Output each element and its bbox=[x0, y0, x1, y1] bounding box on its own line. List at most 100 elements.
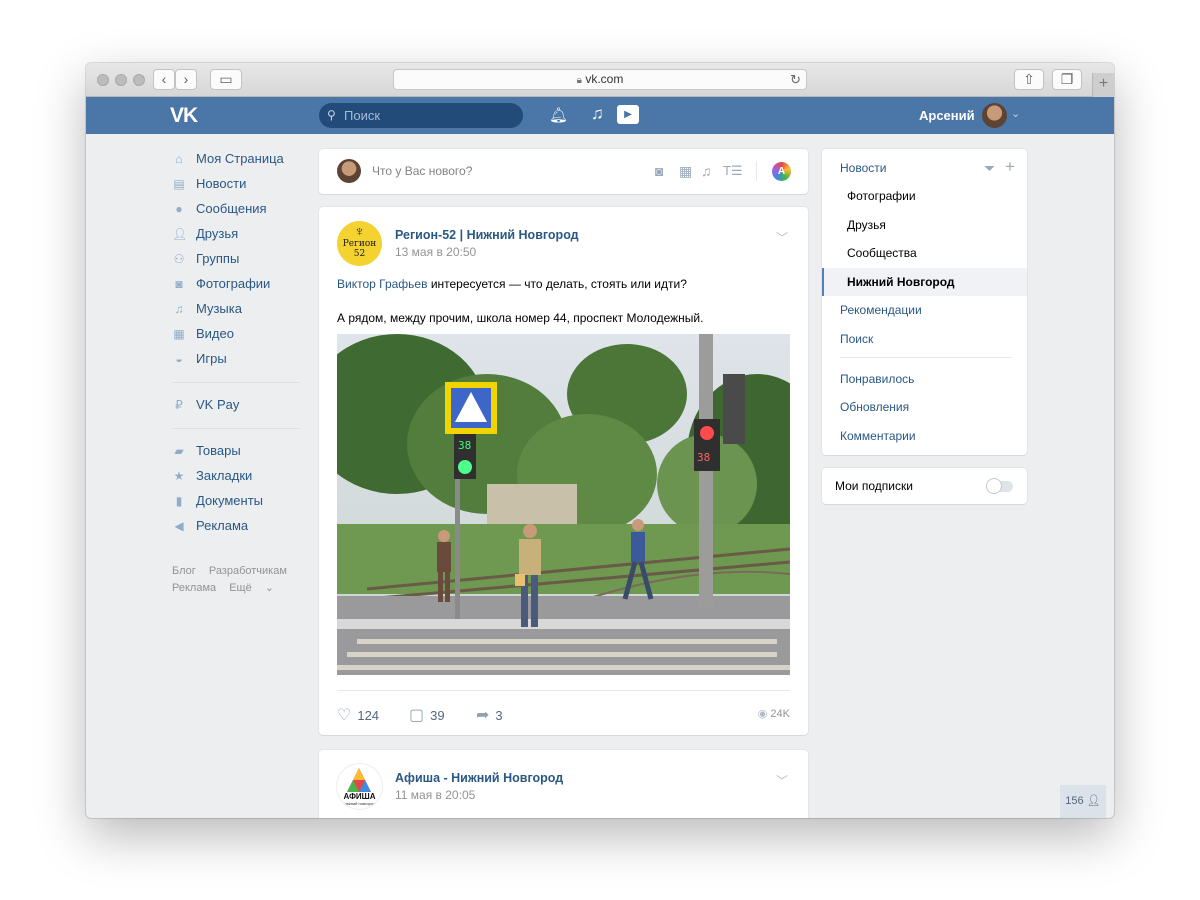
my-subscriptions-toggle[interactable] bbox=[987, 479, 1013, 493]
group-avatar[interactable]: АФИША нижний новгород bbox=[337, 764, 382, 809]
document-icon: ▮ bbox=[175, 494, 183, 508]
ai-palette-icon[interactable]: A bbox=[772, 162, 791, 181]
user-avatar[interactable] bbox=[982, 103, 1007, 128]
search-placeholder: Поиск bbox=[344, 108, 381, 123]
browser-toolbar: ‹ › ▭ 🔒︎ vk.com ↻ ⇧ ❐ + bbox=[86, 63, 1114, 97]
post-photo[interactable]: 38 38 bbox=[337, 334, 790, 675]
user-avatar-small bbox=[337, 159, 361, 183]
megaphone-icon: ◀ bbox=[174, 519, 184, 533]
user-name[interactable]: Арсений bbox=[919, 108, 975, 123]
forward-icon[interactable]: › bbox=[175, 69, 197, 90]
video-icon: ▦ bbox=[173, 327, 185, 341]
music-icon[interactable]: ♫ bbox=[591, 104, 604, 124]
menu-item-documents[interactable]: ▮ Документы bbox=[172, 493, 302, 518]
person-icon: 👤︎ bbox=[1086, 795, 1101, 807]
menu-item-bookmarks[interactable]: ★ Закладки bbox=[172, 468, 302, 493]
vkpay-icon: ₽ bbox=[175, 398, 183, 412]
author-link[interactable]: Виктор Графьев bbox=[337, 277, 427, 291]
post-text-line-2: А рядом, между прочим, школа номер 44, п… bbox=[337, 311, 704, 325]
post-date[interactable]: 11 мая в 20:05 bbox=[395, 788, 475, 802]
filter-item-communities[interactable]: Сообщества bbox=[822, 239, 1027, 267]
sidebar-icon[interactable]: ▭ bbox=[210, 69, 242, 90]
filter-item-updates[interactable]: Обновления bbox=[822, 393, 1027, 421]
menu-item-vkpay[interactable]: ₽ VK Pay bbox=[172, 397, 302, 422]
zoom-window-button[interactable] bbox=[133, 74, 145, 86]
filter-item-search[interactable]: Поиск bbox=[822, 325, 1027, 353]
filter-item-comments[interactable]: Комментарии bbox=[822, 422, 1027, 450]
music-icon[interactable]: ♫ bbox=[701, 163, 712, 179]
menu-item-ads[interactable]: ◀ Реклама bbox=[172, 518, 302, 543]
minimize-window-button[interactable] bbox=[115, 74, 127, 86]
camera-icon: ◙ bbox=[175, 277, 183, 291]
filter-item-nizhny-novgorod[interactable]: Нижний Новгород bbox=[822, 268, 1027, 296]
group-avatar[interactable]: ♆ Регион 52 bbox=[337, 221, 382, 266]
menu-item-news[interactable]: ▤ Новости bbox=[172, 176, 302, 201]
plus-icon[interactable]: + bbox=[1005, 157, 1015, 177]
close-window-button[interactable] bbox=[97, 74, 109, 86]
like-button[interactable]: ♡ 124 bbox=[337, 705, 379, 725]
menu-item-friends[interactable]: 👤︎ Друзья bbox=[172, 226, 302, 251]
back-icon[interactable]: ‹ bbox=[153, 69, 175, 90]
video-player-icon[interactable]: ▶ bbox=[617, 105, 639, 124]
post-card: ♆ Регион 52 Регион-52 | Нижний Новгород … bbox=[319, 207, 808, 735]
menu-item-groups[interactable]: ⚇ Группы bbox=[172, 251, 302, 276]
online-friends-counter[interactable]: 156 👤︎ bbox=[1060, 785, 1106, 818]
lock-icon: 🔒︎ bbox=[576, 75, 582, 86]
tabs-overview-icon[interactable]: ❐ bbox=[1052, 69, 1082, 90]
post-text-rest: интересуется — что делать, стоять или ид… bbox=[427, 277, 687, 291]
online-count: 156 bbox=[1065, 795, 1084, 807]
footer-link-more[interactable]: Ещё ⌄ bbox=[229, 582, 284, 594]
new-tab-button[interactable]: + bbox=[1092, 73, 1114, 97]
group-name[interactable]: Регион-52 | Нижний Новгород bbox=[395, 228, 579, 242]
views-counter: ◉ 24K bbox=[758, 707, 790, 720]
post-date[interactable]: 13 мая в 20:50 bbox=[395, 245, 476, 259]
camera-icon[interactable]: ◙ bbox=[655, 163, 663, 179]
comment-button[interactable]: ▢ 39 bbox=[409, 705, 445, 725]
chevron-down-icon[interactable]: ﹀ bbox=[776, 229, 788, 246]
filter-item-photos[interactable]: Фотографии bbox=[822, 182, 1027, 210]
left-menu: ⌂ Моя Страница ▤ Новости ● Сообщения 👤︎ Друз… bbox=[172, 151, 302, 543]
toggle-knob bbox=[987, 479, 1001, 493]
menu-item-messages[interactable]: ● Сообщения bbox=[172, 201, 302, 226]
filter-item-recommendations[interactable]: Рекомендации bbox=[822, 296, 1027, 324]
bell-icon[interactable]: 🔔︎ bbox=[549, 106, 568, 124]
address-bar[interactable]: 🔒︎ vk.com ↻ bbox=[393, 69, 807, 90]
post-composer[interactable]: Что у Вас нового? ◙ ▦ ♫ T☰ A bbox=[319, 149, 808, 194]
menu-item-market[interactable]: ▰ Товары bbox=[172, 443, 302, 468]
menu-item-games[interactable]: ◒ Игры bbox=[172, 351, 302, 376]
article-icon[interactable]: T☰ bbox=[723, 163, 743, 179]
gamepad-icon: ◒ bbox=[175, 352, 183, 366]
chevron-down-icon: ⌄ bbox=[264, 582, 274, 594]
my-subscriptions-label: Мои подписки bbox=[835, 479, 913, 493]
menu-divider bbox=[840, 357, 1012, 358]
afisha-avatar-subtext: нижний новгород bbox=[343, 801, 376, 806]
menu-item-video[interactable]: ▦ Видео bbox=[172, 326, 302, 351]
filter-item-liked[interactable]: Понравилось bbox=[822, 365, 1027, 393]
reload-icon[interactable]: ↻ bbox=[790, 70, 801, 89]
star-icon: ★ bbox=[173, 469, 185, 483]
browser-window: ‹ › ▭ 🔒︎ vk.com ↻ ⇧ ❐ + VK ⚲ Поиск 🔔︎ ♫ … bbox=[86, 63, 1114, 818]
menu-divider bbox=[172, 382, 300, 383]
filter-icon[interactable]: ⏷ bbox=[984, 160, 995, 177]
post-text-line-1: Виктор Графьев интересуется — что делать… bbox=[337, 277, 687, 291]
footer-link-blog[interactable]: Блог bbox=[172, 565, 196, 577]
menu-item-my-page[interactable]: ⌂ Моя Страница bbox=[172, 151, 302, 176]
video-icon[interactable]: ▦ bbox=[679, 163, 692, 180]
share-icon[interactable]: ⇧ bbox=[1014, 69, 1044, 90]
footer-link-developers[interactable]: Разработчикам bbox=[209, 565, 287, 577]
timer-left: 38 bbox=[458, 439, 471, 452]
menu-item-music[interactable]: ♫ Музыка bbox=[172, 301, 302, 326]
search-icon: ⚲ bbox=[327, 108, 336, 122]
groups-icon: ⚇ bbox=[173, 252, 185, 266]
footer-link-ads[interactable]: Реклама bbox=[172, 582, 216, 594]
group-name[interactable]: Афиша - Нижний Новгород bbox=[395, 771, 563, 785]
search-input[interactable]: ⚲ Поиск bbox=[319, 103, 523, 128]
views-count: 24K bbox=[770, 708, 790, 720]
menu-item-photos[interactable]: ◙ Фотографии bbox=[172, 276, 302, 301]
filter-item-friends[interactable]: Друзья bbox=[822, 211, 1027, 239]
chevron-down-icon[interactable]: ﹀ bbox=[776, 772, 788, 789]
share-button[interactable]: ➦ 3 bbox=[476, 705, 503, 725]
filter-item-news[interactable]: Новости bbox=[822, 154, 1027, 182]
chevron-down-icon[interactable]: ⌄ bbox=[1011, 107, 1020, 120]
vk-logo[interactable]: VK bbox=[170, 104, 198, 128]
